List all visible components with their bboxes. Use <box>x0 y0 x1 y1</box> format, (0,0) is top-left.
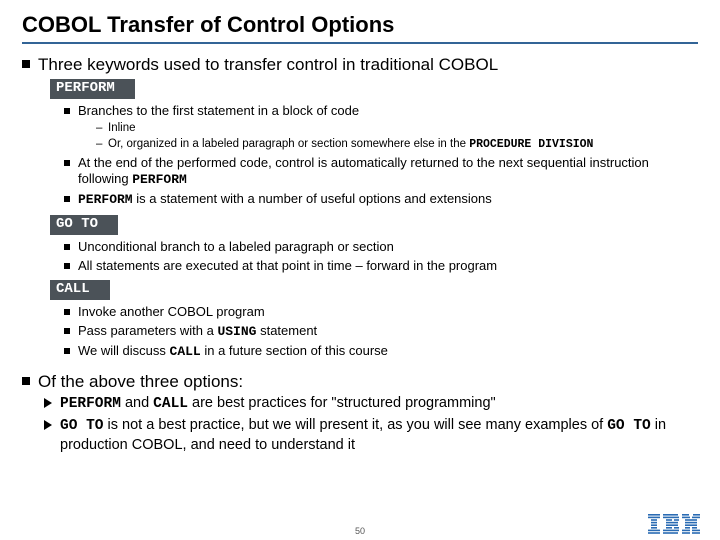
perform-b2-b: PERFORM <box>132 172 187 187</box>
perform-sub2-a: Or, organized in a labeled paragraph or … <box>108 138 469 150</box>
summary-a1-b: and <box>121 395 153 411</box>
summary-a2-b: is not a best practice, but we will pres… <box>104 417 608 433</box>
perform-b3-b: is a statement with a number of useful o… <box>133 191 492 206</box>
summary-bullet: Of the above three options: PERFORM and … <box>22 371 698 455</box>
summary-a2-c: GO TO <box>607 418 651 434</box>
perform-b3-a: PERFORM <box>78 192 133 207</box>
call-b2-b: USING <box>217 324 256 339</box>
keyword-goto: GO TO <box>50 215 118 235</box>
keyword-call: CALL <box>50 280 110 300</box>
page-number: 50 <box>0 526 720 536</box>
call-b2: Pass parameters with a USING statement <box>64 323 698 341</box>
call-b3-a: We will discuss <box>78 343 170 358</box>
intro-bullet: Three keywords used to transfer control … <box>22 54 698 361</box>
call-b2-c: statement <box>256 323 317 338</box>
call-b3-c: in a future section of this course <box>201 343 388 358</box>
perform-b1-text: Branches to the first statement in a blo… <box>78 103 359 118</box>
keyword-perform: PERFORM <box>50 79 135 99</box>
perform-b3: PERFORM is a statement with a number of … <box>64 191 698 209</box>
perform-sub2-b: PROCEDURE DIVISION <box>469 138 593 151</box>
summary-a1-c: CALL <box>153 396 188 412</box>
perform-sub1: Inline <box>96 121 698 136</box>
summary-a2-a: GO TO <box>60 418 104 434</box>
summary-a1-d: are best practices for "structured progr… <box>188 395 496 411</box>
call-b3: We will discuss CALL in a future section… <box>64 343 698 361</box>
perform-sub2: Or, organized in a labeled paragraph or … <box>96 137 698 153</box>
call-b2-a: Pass parameters with a <box>78 323 217 338</box>
summary-a1: PERFORM and CALL are best practices for … <box>44 394 698 414</box>
title-rule <box>22 42 698 44</box>
summary-a2: GO TO is not a best practice, but we wil… <box>44 416 698 455</box>
intro-text: Three keywords used to transfer control … <box>38 55 498 74</box>
summary-a1-a: PERFORM <box>60 396 121 412</box>
goto-b1: Unconditional branch to a labeled paragr… <box>64 239 698 256</box>
summary-heading: Of the above three options: <box>38 372 243 391</box>
call-b3-b: CALL <box>170 344 201 359</box>
goto-b2: All statements are executed at that poin… <box>64 258 698 275</box>
perform-b1: Branches to the first statement in a blo… <box>64 103 698 153</box>
ibm-logo <box>648 514 700 534</box>
perform-b2: At the end of the performed code, contro… <box>64 155 698 190</box>
slide-title: COBOL Transfer of Control Options <box>22 12 698 38</box>
call-b1: Invoke another COBOL program <box>64 304 698 321</box>
